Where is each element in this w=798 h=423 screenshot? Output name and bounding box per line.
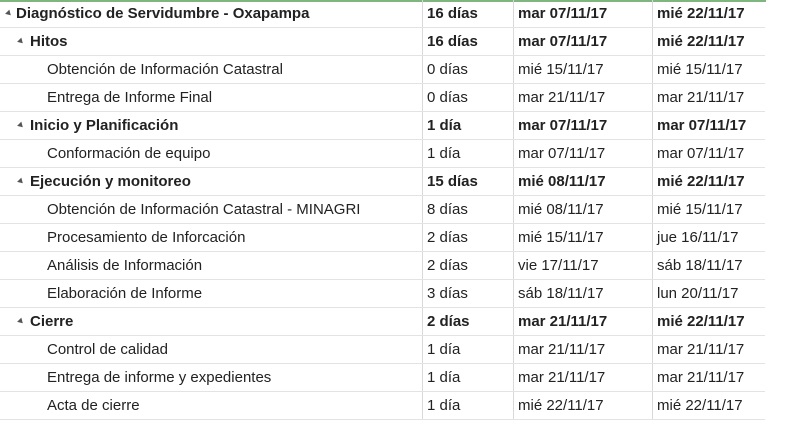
task-name: Entrega de informe y expedientes — [47, 369, 272, 386]
task-finish[interactable]: jue 16/11/17 — [653, 224, 765, 251]
task-start[interactable]: vie 17/11/17 — [514, 252, 653, 279]
task-name: Obtención de Información Catastral — [47, 61, 283, 78]
task-row[interactable]: Control de calidad 1 día mar 21/11/17 mar 2… — [0, 336, 765, 364]
task-start[interactable]: mar 07/11/17 — [514, 140, 653, 167]
task-start[interactable]: mié 08/11/17 — [514, 168, 653, 195]
task-finish[interactable]: mar 07/11/17 — [653, 112, 765, 139]
task-start[interactable]: mar 21/11/17 — [514, 336, 653, 363]
task-start[interactable]: mar 07/11/17 — [514, 112, 653, 139]
task-duration[interactable]: 16 días — [423, 28, 514, 55]
task-start[interactable]: mié 15/11/17 — [514, 224, 653, 251]
task-row[interactable]: Análisis de Información 2 días vie 17/11/1… — [0, 252, 765, 280]
task-start[interactable]: mar 21/11/17 — [514, 308, 653, 335]
task-finish[interactable]: mié 22/11/17 — [653, 168, 765, 195]
task-start[interactable]: sáb 18/11/17 — [514, 280, 653, 307]
task-name-cell[interactable]: Cierre — [0, 308, 423, 335]
task-name-cell[interactable]: Inicio y Planificación — [0, 112, 423, 139]
task-finish[interactable]: sáb 18/11/17 — [653, 252, 765, 279]
task-duration[interactable]: 0 días — [423, 56, 514, 83]
task-finish[interactable]: mar 07/11/17 — [653, 140, 765, 167]
summary-task-row[interactable]: Ejecución y monitoreo 15 días mié 08/11/17… — [0, 168, 765, 196]
task-finish[interactable]: mié 22/11/17 — [653, 308, 765, 335]
task-name: Ejecución y monitoreo — [30, 173, 191, 190]
task-name-cell[interactable]: Acta de cierre — [0, 392, 423, 419]
task-name-cell[interactable]: Diagnóstico de Servidumbre - Oxapampa — [0, 0, 423, 27]
task-duration[interactable]: 1 día — [423, 364, 514, 391]
task-duration[interactable]: 15 días — [423, 168, 514, 195]
task-duration[interactable]: 1 día — [423, 392, 514, 419]
collapse-triangle-icon[interactable] — [17, 177, 25, 186]
task-name-cell[interactable]: Ejecución y monitoreo — [0, 168, 423, 195]
task-name-cell[interactable]: Obtención de Información Catastral — [0, 56, 423, 83]
task-duration[interactable]: 16 días — [423, 0, 514, 27]
task-name: Inicio y Planificación — [30, 117, 179, 134]
task-start[interactable]: mié 08/11/17 — [514, 196, 653, 223]
task-duration[interactable]: 1 día — [423, 112, 514, 139]
task-name: Control de calidad — [47, 341, 168, 358]
collapse-triangle-icon[interactable] — [5, 9, 13, 18]
summary-task-row[interactable]: Diagnóstico de Servidumbre - Oxapampa 16 … — [0, 0, 765, 28]
task-name: Análisis de Información — [47, 257, 203, 274]
collapse-triangle-icon[interactable] — [17, 37, 25, 46]
task-duration[interactable]: 1 día — [423, 336, 514, 363]
right-pane — [766, 0, 798, 423]
collapse-triangle-icon[interactable] — [17, 317, 25, 326]
task-name: Entrega de Informe Final — [47, 89, 213, 106]
collapse-triangle-icon[interactable] — [17, 121, 25, 130]
task-finish[interactable]: mar 21/11/17 — [653, 364, 765, 391]
task-name-cell[interactable]: Control de calidad — [0, 336, 423, 363]
task-name-cell[interactable]: Obtención de Información Catastral - MIN… — [0, 196, 423, 223]
task-finish[interactable]: mié 15/11/17 — [653, 56, 765, 83]
task-name-cell[interactable]: Procesamiento de Inforcación — [0, 224, 423, 251]
summary-task-row[interactable]: Inicio y Planificación 1 día mar 07/11/17 m… — [0, 112, 765, 140]
task-finish[interactable]: mié 22/11/17 — [653, 28, 765, 55]
task-start[interactable]: mar 21/11/17 — [514, 364, 653, 391]
task-row[interactable]: Conformación de equipo 1 día mar 07/11/17 m… — [0, 140, 765, 168]
task-finish[interactable]: mar 21/11/17 — [653, 336, 765, 363]
task-duration[interactable]: 2 días — [423, 224, 514, 251]
summary-task-row[interactable]: Hitos 16 días mar 07/11/17 mié 22/11/17 — [0, 28, 765, 56]
task-finish[interactable]: mié 22/11/17 — [653, 392, 765, 419]
task-name: Cierre — [30, 313, 74, 330]
task-name: Hitos — [30, 33, 68, 50]
task-name-cell[interactable]: Entrega de Informe Final — [0, 84, 423, 111]
task-name: Conformación de equipo — [47, 145, 211, 162]
task-row[interactable]: Procesamiento de Inforcación 2 días mié 15… — [0, 224, 765, 252]
task-duration[interactable]: 3 días — [423, 280, 514, 307]
task-finish[interactable]: lun 20/11/17 — [653, 280, 765, 307]
task-name: Elaboración de Informe — [47, 285, 203, 302]
task-start[interactable]: mié 15/11/17 — [514, 56, 653, 83]
task-duration[interactable]: 2 días — [423, 308, 514, 335]
task-start[interactable]: mié 22/11/17 — [514, 392, 653, 419]
task-row[interactable]: Entrega de Informe Final 0 días mar 21/11/… — [0, 84, 765, 112]
task-name: Diagnóstico de Servidumbre - Oxapampa — [16, 5, 310, 22]
task-finish[interactable]: mar 21/11/17 — [653, 84, 765, 111]
summary-task-row[interactable]: Cierre 2 días mar 21/11/17 mié 22/11/17 — [0, 308, 765, 336]
task-name: Procesamiento de Inforcación — [47, 229, 246, 246]
task-duration[interactable]: 8 días — [423, 196, 514, 223]
task-duration[interactable]: 2 días — [423, 252, 514, 279]
task-name-cell[interactable]: Entrega de informe y expedientes — [0, 364, 423, 391]
task-name-cell[interactable]: Elaboración de Informe — [0, 280, 423, 307]
task-duration[interactable]: 0 días — [423, 84, 514, 111]
task-name: Acta de cierre — [47, 397, 140, 414]
task-start[interactable]: mar 07/11/17 — [514, 0, 653, 27]
task-name-cell[interactable]: Hitos — [0, 28, 423, 55]
task-finish[interactable]: mié 22/11/17 — [653, 0, 765, 27]
task-start[interactable]: mar 21/11/17 — [514, 84, 653, 111]
task-row[interactable]: Elaboración de Informe 3 días sáb 18/11/17… — [0, 280, 765, 308]
task-row[interactable]: Entrega de informe y expedientes 1 día mar… — [0, 364, 765, 392]
task-table: Diagnóstico de Servidumbre - Oxapampa 16 … — [0, 0, 798, 423]
task-row[interactable]: Obtención de Información Catastral 0 días… — [0, 56, 765, 84]
task-name-cell[interactable]: Conformación de equipo — [0, 140, 423, 167]
task-finish[interactable]: mié 15/11/17 — [653, 196, 765, 223]
task-name: Obtención de Información Catastral - MIN… — [47, 201, 361, 218]
task-row[interactable]: Obtención de Información Catastral - MIN… — [0, 196, 765, 224]
task-name-cell[interactable]: Análisis de Información — [0, 252, 423, 279]
task-row[interactable]: Acta de cierre 1 día mié 22/11/17 mié 22/11… — [0, 392, 765, 420]
task-duration[interactable]: 1 día — [423, 140, 514, 167]
task-start[interactable]: mar 07/11/17 — [514, 28, 653, 55]
